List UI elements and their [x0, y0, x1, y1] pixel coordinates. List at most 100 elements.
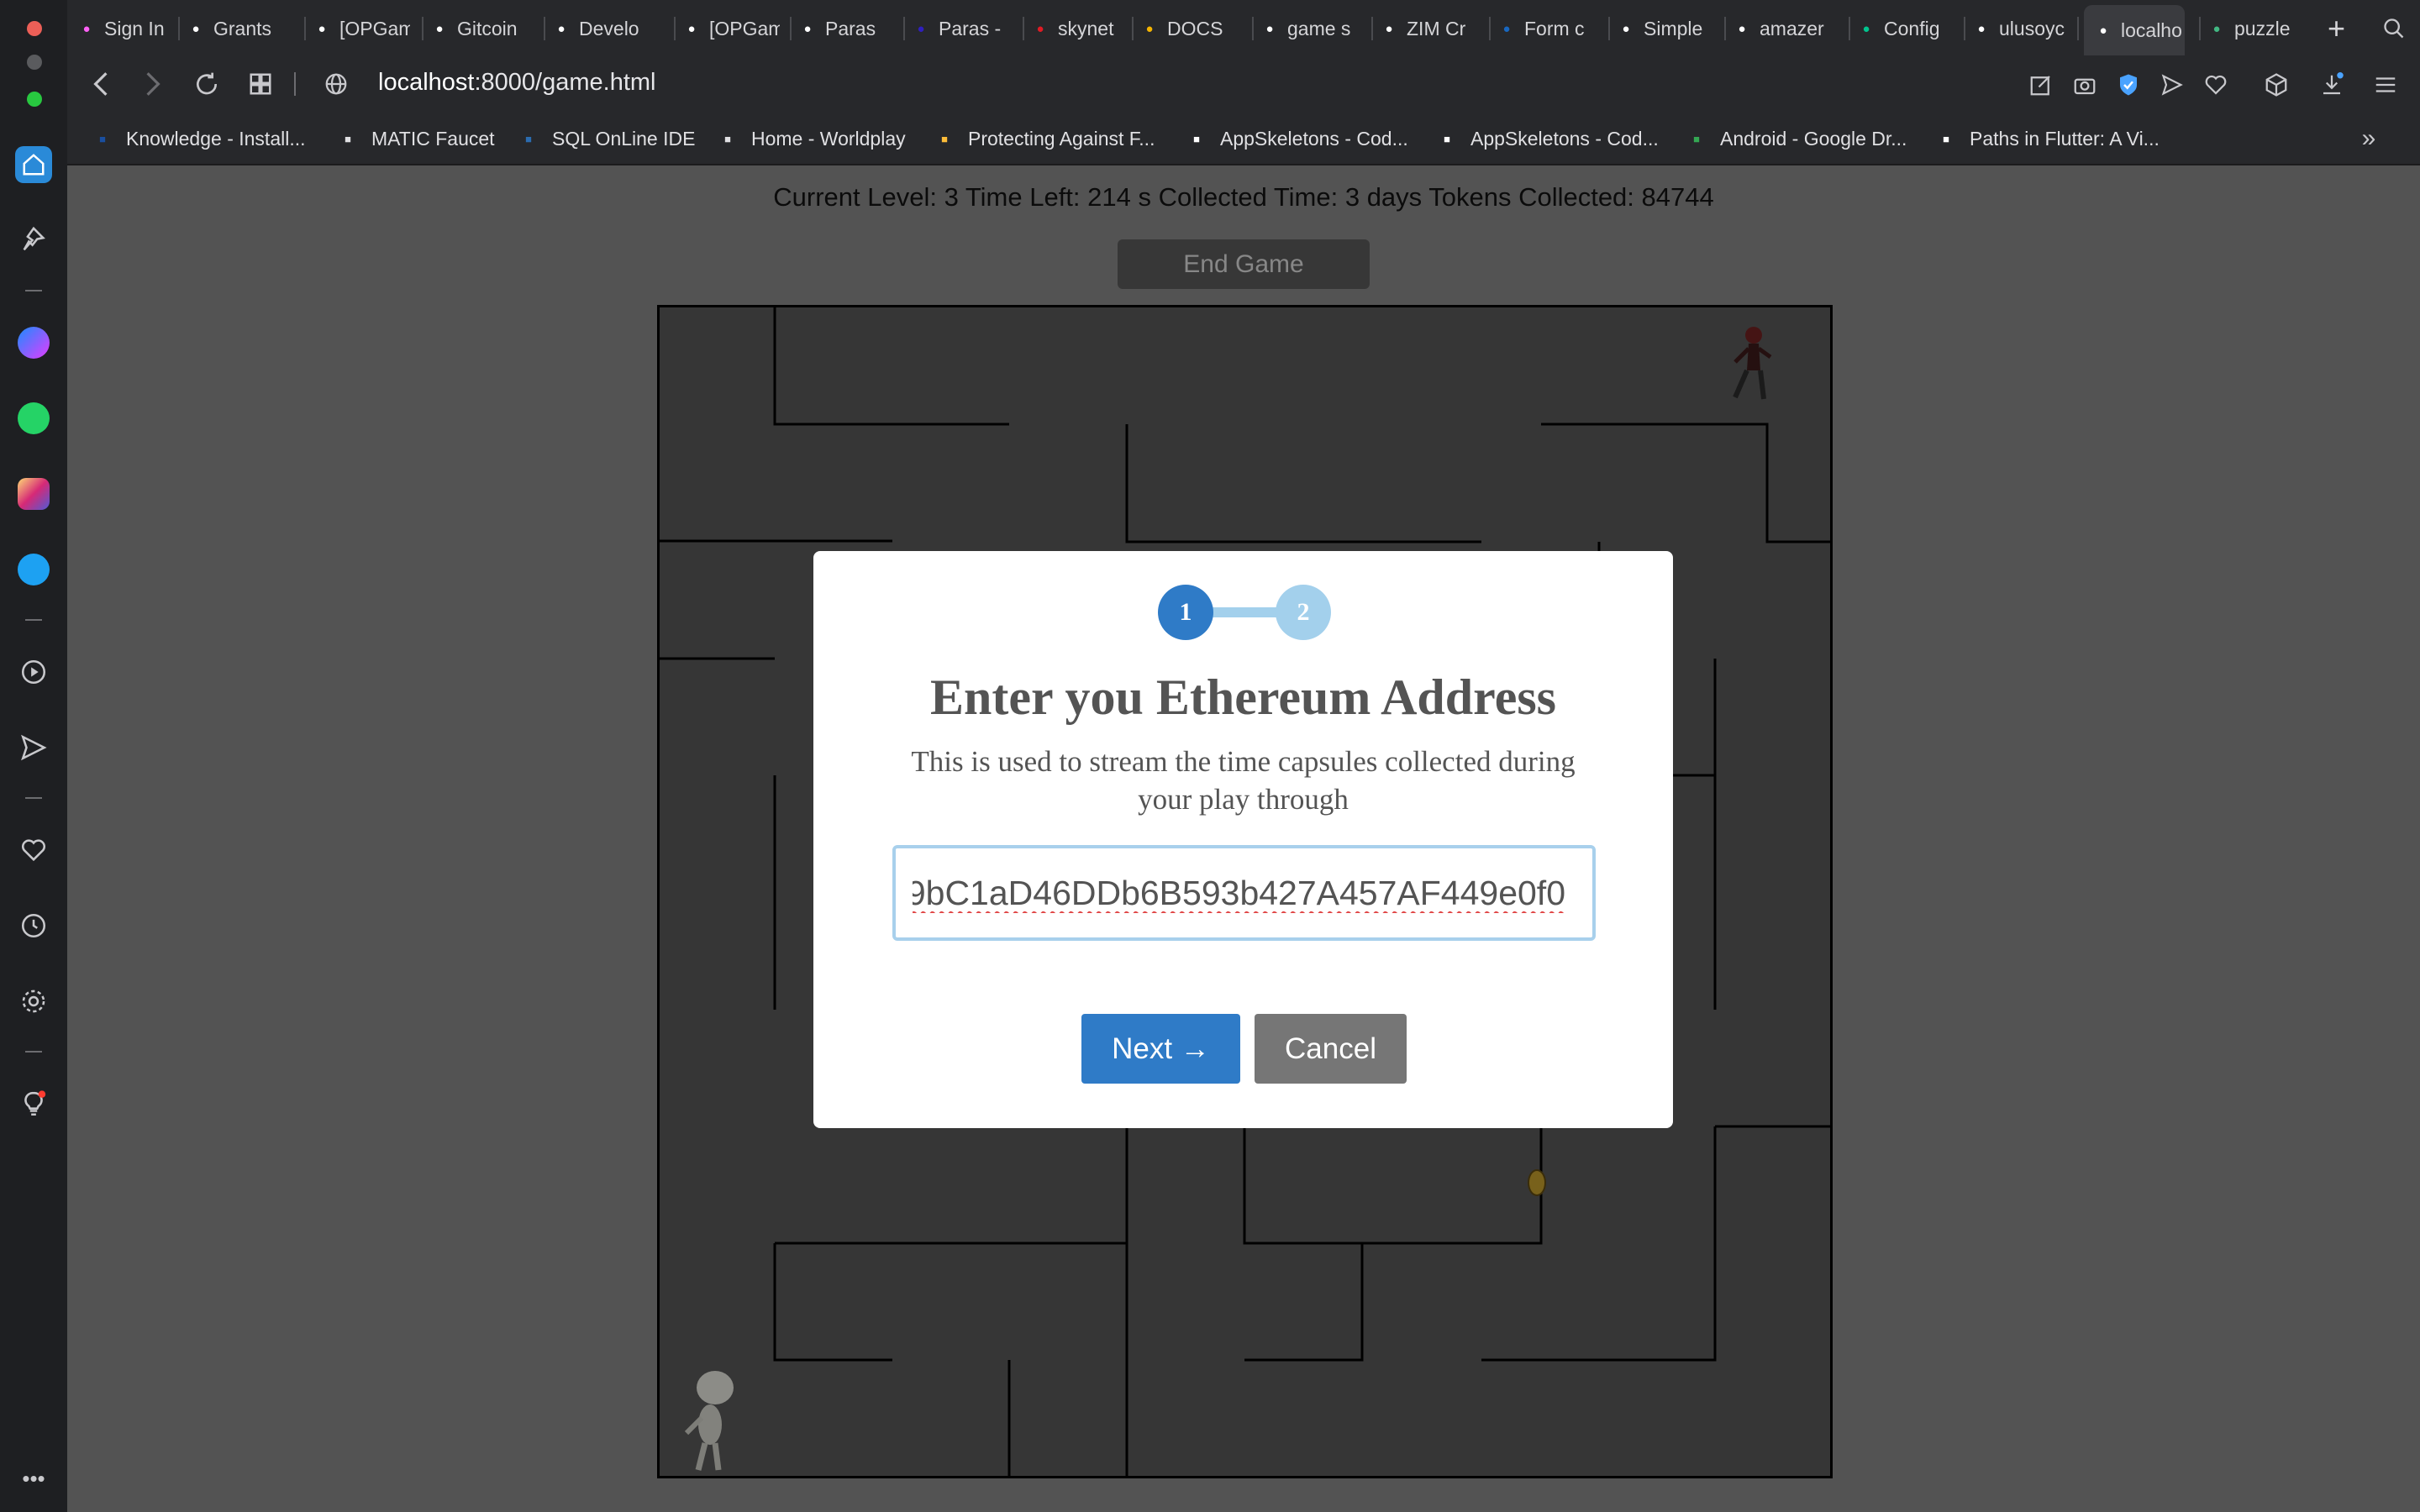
- pin-icon[interactable]: [15, 222, 52, 259]
- twitter-icon[interactable]: [15, 551, 52, 588]
- messenger-icon[interactable]: [15, 324, 52, 361]
- browser-tab[interactable]: ● Gitcoin: [429, 10, 528, 47]
- instagram-icon[interactable]: [15, 475, 52, 512]
- tab-label: game s: [1287, 17, 1351, 39]
- download-icon[interactable]: [2316, 69, 2348, 101]
- bookmark-item[interactable]: ■ AppSkeletons - Cod...: [1435, 124, 1659, 153]
- browser-tab[interactable]: ● Simple: [1615, 10, 1714, 47]
- browser-tab[interactable]: ● Paras: [797, 10, 889, 47]
- settings-icon[interactable]: [15, 983, 52, 1020]
- browser-tab[interactable]: ● ZIM Cr: [1378, 10, 1477, 47]
- bookmark-label: Home - Worldplay: [751, 127, 906, 150]
- zoom-window-button[interactable]: [27, 92, 42, 107]
- bookmark-item[interactable]: ■ SQL OnLine IDE: [517, 124, 695, 153]
- browser-tab[interactable]: ● Paras -: [910, 10, 1009, 47]
- home-icon[interactable]: [15, 146, 52, 183]
- zeplin-icon: ■: [941, 132, 948, 145]
- tab-divider: [1371, 17, 1373, 40]
- tab-label: Gitcoin: [457, 17, 518, 39]
- github-icon: ●: [1738, 21, 1746, 36]
- tab-label: Develo: [579, 17, 639, 39]
- bookmark-item[interactable]: ■ Paths in Flutter: A Vi...: [1934, 124, 2160, 153]
- bookmark-label: Android - Google Dr...: [1720, 127, 1907, 150]
- tab-label: Paras -: [939, 17, 1002, 39]
- minimize-window-button[interactable]: [27, 55, 42, 70]
- gitcoin-icon: ●: [318, 21, 326, 36]
- browser-tab[interactable]: ● game s: [1259, 10, 1358, 47]
- tab-label: Form c: [1524, 17, 1585, 39]
- browser-tab[interactable]: ● [OPGam: [311, 10, 410, 47]
- browser-tab[interactable]: ● Develo: [550, 10, 658, 47]
- reload-icon[interactable]: [190, 67, 224, 101]
- bookmark-label: AppSkeletons - Cod...: [1470, 127, 1659, 150]
- sidebar-divider: [25, 290, 42, 291]
- close-window-button[interactable]: [27, 21, 42, 36]
- browser-tab[interactable]: ● DOCS: [1139, 10, 1238, 47]
- next-button[interactable]: Next →: [1081, 1014, 1240, 1084]
- tab-divider: [544, 17, 545, 40]
- browser-tab[interactable]: ● Config: [1855, 10, 1954, 47]
- bookmark-item[interactable]: ■ Android - Google Dr...: [1685, 124, 1907, 153]
- more-icon[interactable]: •••: [15, 1460, 52, 1497]
- modal-description: This is used to stream the time capsules…: [911, 745, 1576, 816]
- send-icon[interactable]: [15, 729, 52, 766]
- lightbulb-icon[interactable]: [15, 1085, 52, 1122]
- bookmark-item[interactable]: ■ MATIC Faucet: [336, 124, 494, 153]
- github-icon: ●: [1977, 21, 1986, 36]
- bookmark-item[interactable]: ■ AppSkeletons - Cod...: [1185, 124, 1408, 153]
- send-icon[interactable]: [2156, 69, 2188, 101]
- tab-divider: [1849, 17, 1850, 40]
- back-icon[interactable]: [84, 67, 118, 101]
- tab-grid-icon[interactable]: [244, 67, 277, 101]
- modal-title: Enter you Ethereum Address: [929, 669, 1557, 725]
- tab-divider: [903, 17, 905, 40]
- whatsapp-icon[interactable]: [15, 400, 52, 437]
- tab-label: amazer: [1760, 17, 1824, 39]
- menu-icon[interactable]: [2370, 69, 2402, 101]
- heart-icon[interactable]: [2200, 69, 2232, 101]
- ethereum-address-input[interactable]: [896, 848, 1592, 937]
- heart-icon[interactable]: [15, 832, 52, 869]
- cancel-button[interactable]: Cancel: [1255, 1014, 1407, 1084]
- tab-divider: [304, 17, 306, 40]
- history-icon[interactable]: [15, 907, 52, 944]
- address-bar: localhost:8000/game.html: [67, 55, 2420, 113]
- edit-icon[interactable]: [2025, 69, 2057, 101]
- bookmark-item[interactable]: ■ Protecting Against F...: [933, 124, 1155, 153]
- shield-icon[interactable]: [2112, 69, 2144, 101]
- forward-icon[interactable]: [136, 67, 170, 101]
- browser-tab[interactable]: ● amazer: [1731, 10, 1835, 47]
- browser-tab[interactable]: ● Grants: [185, 10, 284, 47]
- search-tabs-icon[interactable]: [2382, 10, 2406, 47]
- url-host: localhost: [378, 69, 475, 96]
- addr-divider: [294, 72, 296, 96]
- bookmark-item[interactable]: ■ Home - Worldplay: [716, 124, 906, 153]
- bookmarks-overflow-icon[interactable]: »: [2353, 123, 2385, 155]
- tab-label: Config: [1884, 17, 1940, 39]
- browser-tab[interactable]: ● puzzle: [2206, 10, 2300, 47]
- browser-tab[interactable]: ● Sign In: [76, 10, 168, 47]
- browser-tab[interactable]: ● ulusoyc: [1970, 10, 2070, 47]
- tab-label: Paras: [825, 17, 876, 39]
- browser-tab[interactable]: ● Form c: [1496, 10, 1595, 47]
- browser-tab[interactable]: ● localho: [2084, 5, 2185, 55]
- tab-divider: [1964, 17, 1965, 40]
- camera-icon[interactable]: [2069, 69, 2101, 101]
- browser-tab[interactable]: ● [OPGam: [681, 10, 780, 47]
- browser-tab[interactable]: ● skynet: [1029, 10, 1122, 47]
- ethereum-address-field: [892, 845, 1596, 941]
- url-field[interactable]: localhost:8000/game.html: [378, 69, 655, 97]
- cube-icon[interactable]: [2260, 69, 2292, 101]
- tab-label: ZIM Cr: [1407, 17, 1466, 39]
- bookmark-item[interactable]: ■ Knowledge - Install...: [91, 124, 305, 153]
- tab-divider: [1132, 17, 1134, 40]
- globe-icon: [319, 67, 353, 101]
- tab-label: DOCS: [1167, 17, 1223, 39]
- bookmark-label: SQL OnLine IDE: [552, 127, 696, 150]
- uci-icon: ■: [99, 132, 106, 145]
- tab-label: Simple: [1644, 17, 1703, 39]
- sql-icon: ■: [525, 132, 532, 145]
- codepen-icon: ●: [1385, 21, 1393, 36]
- player-icon[interactable]: [15, 654, 52, 690]
- new-tab-icon[interactable]: +: [2328, 10, 2345, 47]
